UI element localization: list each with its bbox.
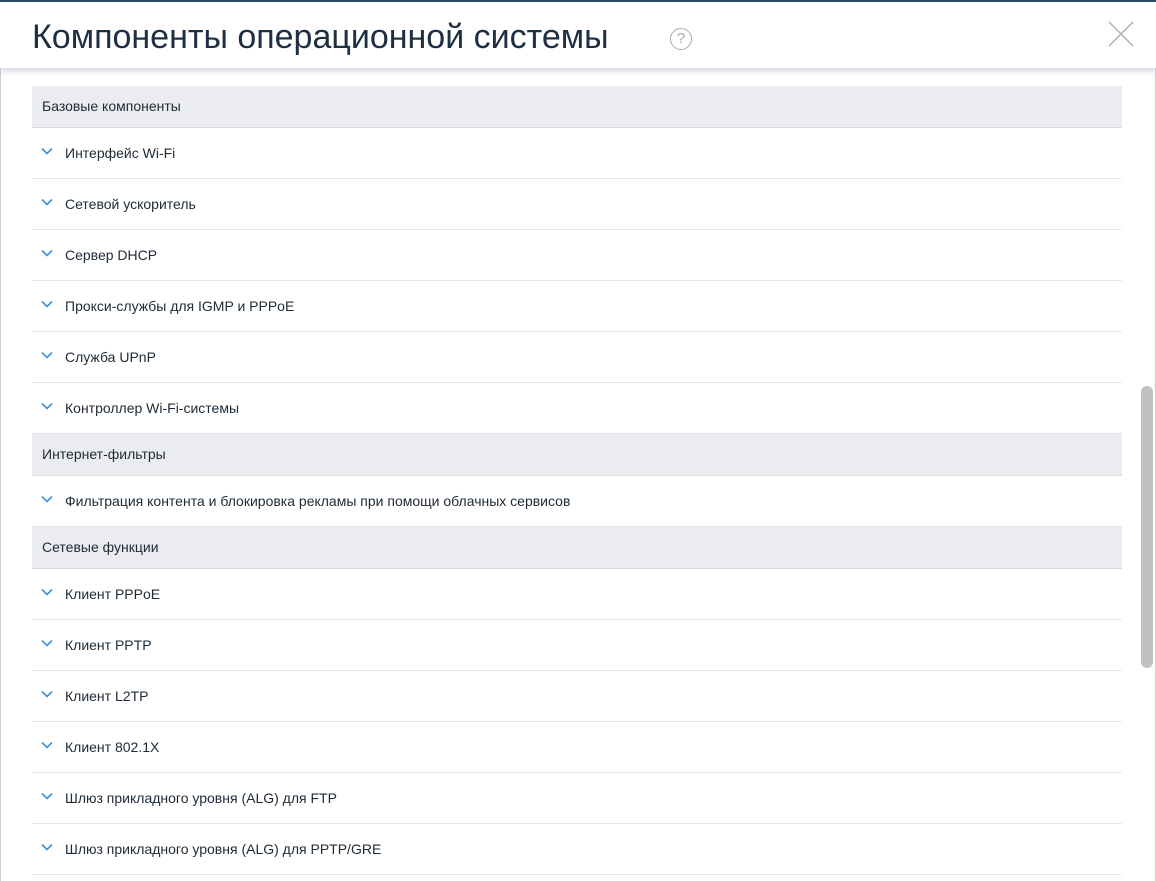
scrollbar-thumb[interactable] — [1141, 386, 1153, 668]
component-label: Прокси-службы для IGMP и PPPoE — [65, 298, 295, 314]
group-header: Интернет-фильтры — [32, 434, 1122, 476]
chevron-down-icon[interactable] — [41, 147, 53, 155]
component-label: Сервер DHCP — [65, 247, 158, 263]
component-label: Фильтрация контента и блокировка рекламы… — [65, 493, 571, 509]
close-icon[interactable] — [1107, 20, 1135, 48]
chevron-down-icon[interactable] — [41, 402, 53, 410]
component-row[interactable]: Контроллер Wi-Fi-системы — [32, 383, 1122, 434]
group-header: Сетевые функции — [32, 527, 1122, 569]
component-row[interactable]: Прокси-службы для IGMP и PPPoE — [32, 281, 1122, 332]
component-row[interactable]: Клиент PPTP — [32, 620, 1122, 671]
chevron-down-icon[interactable] — [41, 495, 53, 503]
component-row[interactable]: Клиент PPPoE — [32, 569, 1122, 620]
close-button[interactable] — [1107, 20, 1135, 48]
component-label: Клиент PPPoE — [65, 586, 161, 602]
dialog-left-edge — [0, 2, 1, 881]
chevron-down-icon[interactable] — [41, 198, 53, 206]
dialog-header: Компоненты операционной системы ? — [0, 2, 1156, 68]
component-row[interactable]: Интерфейс Wi-Fi — [32, 128, 1122, 179]
component-label: Сетевой ускоритель — [65, 196, 196, 212]
os-components-dialog: Компоненты операционной системы ? Базовы… — [0, 0, 1156, 881]
chevron-down-icon[interactable] — [41, 351, 53, 359]
component-label: Интерфейс Wi-Fi — [65, 145, 176, 161]
dialog-title: Компоненты операционной системы — [32, 18, 609, 56]
component-row[interactable]: Сервер DHCP — [32, 230, 1122, 281]
chevron-down-icon[interactable] — [41, 843, 53, 851]
chevron-down-icon[interactable] — [41, 741, 53, 749]
component-label: Клиент 802.1X — [65, 739, 160, 755]
group-header: Базовые компоненты — [32, 86, 1122, 128]
component-row[interactable]: Клиент 802.1X — [32, 722, 1122, 773]
components-list: Базовые компоненты Интерфейс Wi-Fi Сетевой… — [32, 86, 1122, 875]
component-row[interactable]: Сетевой ускоритель — [32, 179, 1122, 230]
component-row[interactable]: Фильтрация контента и блокировка рекламы… — [32, 476, 1122, 527]
component-label: Контроллер Wi-Fi-системы — [65, 400, 240, 416]
component-label: Клиент PPTP — [65, 637, 152, 653]
chevron-down-icon[interactable] — [41, 639, 53, 647]
component-row[interactable]: Служба UPnP — [32, 332, 1122, 383]
component-row[interactable]: Шлюз прикладного уровня (ALG) для PPTP/G… — [32, 824, 1122, 875]
question-circle-icon[interactable]: ? — [670, 28, 692, 50]
component-label: Клиент L2TP — [65, 688, 149, 704]
chevron-down-icon[interactable] — [41, 588, 53, 596]
chevron-down-icon[interactable] — [41, 690, 53, 698]
component-label: Шлюз прикладного уровня (ALG) для PPTP/G… — [65, 841, 382, 857]
component-row[interactable]: Клиент L2TP — [32, 671, 1122, 722]
chevron-down-icon[interactable] — [41, 792, 53, 800]
component-label: Шлюз прикладного уровня (ALG) для FTP — [65, 790, 337, 806]
component-row[interactable]: Шлюз прикладного уровня (ALG) для FTP — [32, 773, 1122, 824]
chevron-down-icon[interactable] — [41, 249, 53, 257]
chevron-down-icon[interactable] — [41, 300, 53, 308]
component-label: Служба UPnP — [65, 349, 156, 365]
